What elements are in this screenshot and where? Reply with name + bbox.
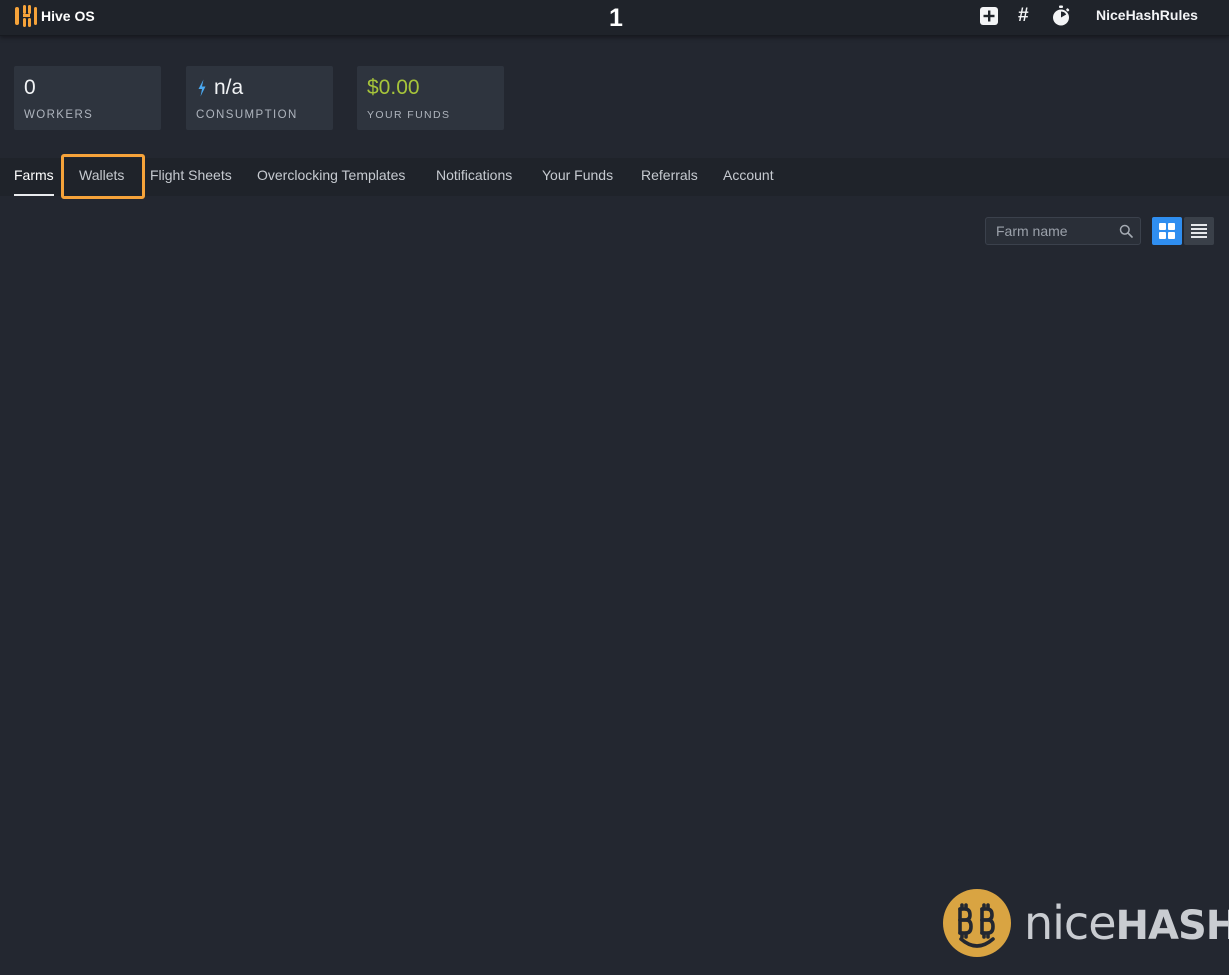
workers-card: 0 WORKERS — [14, 66, 161, 130]
funds-label: YOUR FUNDS — [367, 109, 451, 121]
wallets-tab-highlight — [61, 154, 145, 199]
consumption-label: CONSUMPTION — [196, 109, 298, 121]
grid-view-button[interactable] — [1152, 217, 1182, 245]
grid-icon — [1159, 223, 1175, 239]
consumption-value-row: n/a — [196, 76, 323, 100]
hashrate-button[interactable]: # — [1012, 5, 1034, 27]
brand[interactable]: Hive OS — [14, 4, 95, 28]
nicehash-logo-icon — [943, 889, 1011, 957]
tab-overclocking-templates[interactable]: Overclocking Templates — [257, 158, 405, 196]
consumption-value: n/a — [214, 76, 244, 99]
search-icon[interactable] — [1119, 224, 1133, 238]
tab-referrals[interactable]: Referrals — [641, 158, 698, 196]
add-button[interactable] — [978, 5, 1000, 27]
workers-value: 0 — [24, 76, 36, 99]
funds-card[interactable]: $0.00 YOUR FUNDS — [357, 66, 504, 130]
user-menu[interactable]: NiceHashRules — [1096, 7, 1198, 23]
tab-account[interactable]: Account — [723, 158, 774, 196]
tab-farms[interactable]: Farms — [14, 158, 54, 196]
plus-square-icon — [980, 7, 998, 25]
nicehash-word-light: nice — [1024, 896, 1117, 950]
top-bar: Hive OS 1 # NiceHashRules — [0, 0, 1229, 36]
nicehash-wordmark: nice HASH — [1024, 896, 1229, 952]
main-tabs: Farms Wallets Flight Sheets Overclocking… — [0, 158, 1229, 196]
hash-icon: # — [1017, 5, 1029, 26]
hive-os-logo-icon — [15, 5, 37, 27]
workers-label: WORKERS — [24, 109, 94, 121]
farm-name-search-input[interactable] — [986, 218, 1116, 244]
tab-notifications[interactable]: Notifications — [436, 158, 512, 196]
farm-search — [985, 217, 1141, 245]
stopwatch-icon — [1053, 5, 1070, 26]
stopwatch-button[interactable] — [1050, 5, 1072, 27]
consumption-card: n/a CONSUMPTION — [186, 66, 333, 130]
tab-your-funds[interactable]: Your Funds — [542, 158, 613, 196]
nicehash-word-bold: HASH — [1115, 903, 1229, 949]
lightning-bolt-icon — [198, 79, 206, 97]
list-icon — [1191, 224, 1207, 238]
tab-flight-sheets[interactable]: Flight Sheets — [150, 158, 232, 196]
brand-name: Hive OS — [41, 8, 95, 24]
step-number: 1 — [609, 4, 623, 32]
funds-value: $0.00 — [367, 76, 420, 99]
list-view-button[interactable] — [1184, 217, 1214, 245]
